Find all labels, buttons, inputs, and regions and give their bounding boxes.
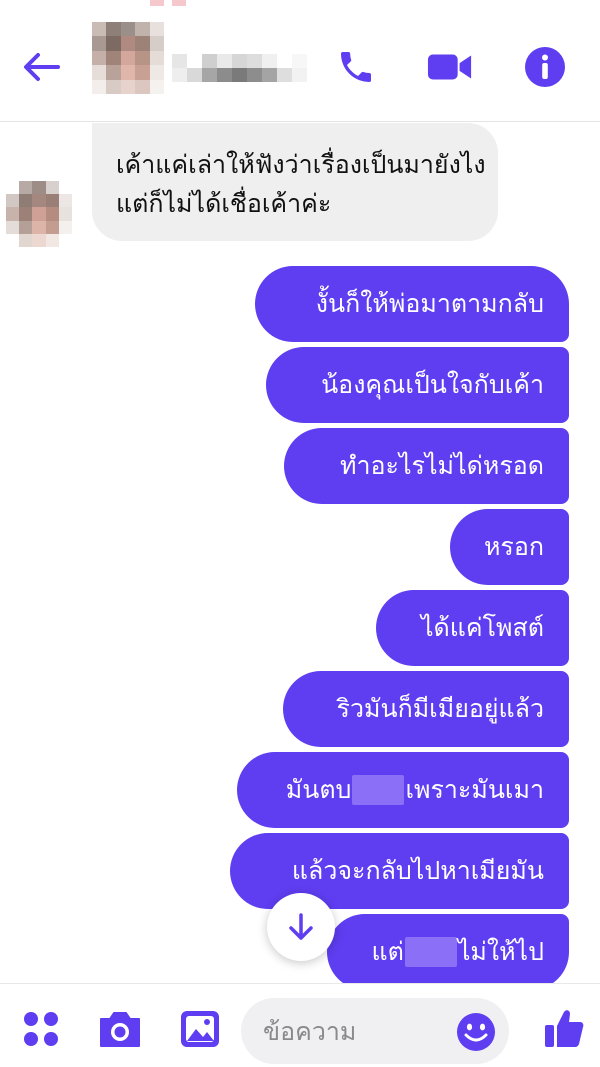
outgoing-message[interactable]: ทำอะไรไม่ได่หรอด (284, 428, 569, 504)
message-field[interactable] (241, 998, 509, 1064)
back-button[interactable] (18, 44, 64, 90)
incoming-message[interactable]: เค้าแค่เล่าให้ฟังว่าเรื่องเป็นมายังไง แต… (92, 123, 498, 241)
apps-grid-icon (24, 1012, 58, 1046)
apps-button[interactable] (18, 1006, 64, 1052)
like-button[interactable] (541, 1006, 587, 1052)
redacted-name (352, 775, 405, 805)
outgoing-message[interactable]: หรอก (450, 509, 569, 585)
sender-avatar (6, 181, 72, 247)
video-call-button[interactable] (427, 44, 473, 90)
image-icon (181, 1011, 219, 1047)
video-camera-icon (427, 54, 472, 80)
incoming-message-text: เค้าแค่เล่าให้ฟังว่าเรื่องเป็นมายังไง แต… (116, 150, 486, 218)
outgoing-message[interactable]: มันตบ เพราะมันเมา (237, 752, 569, 828)
message-text: หรอก (483, 532, 544, 561)
status-bar-remnant (150, 0, 210, 6)
camera-button[interactable] (97, 1006, 143, 1052)
info-icon (525, 47, 565, 87)
message-thread[interactable]: เค้าแค่เล่าให้ฟังว่าเรื่องเป็นมายังไง แต… (0, 123, 600, 983)
outgoing-message[interactable]: แล้วจะกลับไปหาเมียมัน (230, 833, 569, 909)
contact-name-blurred[interactable] (172, 54, 307, 82)
camera-icon (100, 1012, 140, 1047)
emoji-button[interactable] (455, 1011, 497, 1053)
outgoing-message[interactable]: งั้นก็ให้พ่อมาตามกลับ (255, 266, 569, 342)
message-text: แล้วจะกลับไปหาเมียมัน (291, 856, 544, 885)
message-text-end: ไม่ให้ไป (457, 937, 544, 966)
message-text-start: มันตบ (285, 775, 352, 804)
smiley-icon (457, 1013, 495, 1051)
outgoing-message[interactable]: แต่ ไม่ให้ไป (327, 914, 569, 983)
message-input[interactable] (263, 998, 443, 1064)
scroll-to-bottom-button[interactable] (267, 893, 335, 961)
chat-header (0, 0, 600, 122)
redacted-name (404, 937, 457, 967)
thumbs-up-icon (545, 1010, 584, 1047)
info-button[interactable] (522, 44, 568, 90)
outgoing-message[interactable]: ได้แค่โพสต์ (376, 590, 569, 666)
contact-avatar[interactable] (92, 22, 164, 94)
message-text: ทำอะไรไม่ได่หรอด (340, 451, 544, 480)
message-text: ได้แค่โพสต์ (420, 613, 544, 642)
call-button[interactable] (333, 44, 379, 90)
message-text: งั้นก็ให้พ่อมาตามกลับ (315, 289, 544, 318)
message-text: ริวมันก็มีเมียอยู่แล้ว (336, 694, 544, 723)
phone-icon (341, 52, 371, 82)
outgoing-message[interactable]: ริวมันก็มีเมียอยู่แล้ว (283, 671, 569, 747)
message-composer (0, 983, 600, 1067)
outgoing-message[interactable]: น้องคุณเป็นใจกับเค้า (266, 347, 569, 423)
arrow-down-icon (289, 913, 313, 940)
message-text-start: แต่ (371, 937, 404, 966)
message-text: น้องคุณเป็นใจกับเค้า (321, 370, 544, 399)
message-text-end: เพราะมันเมา (405, 775, 544, 804)
gallery-button[interactable] (177, 1006, 223, 1052)
back-arrow-icon (24, 53, 60, 81)
